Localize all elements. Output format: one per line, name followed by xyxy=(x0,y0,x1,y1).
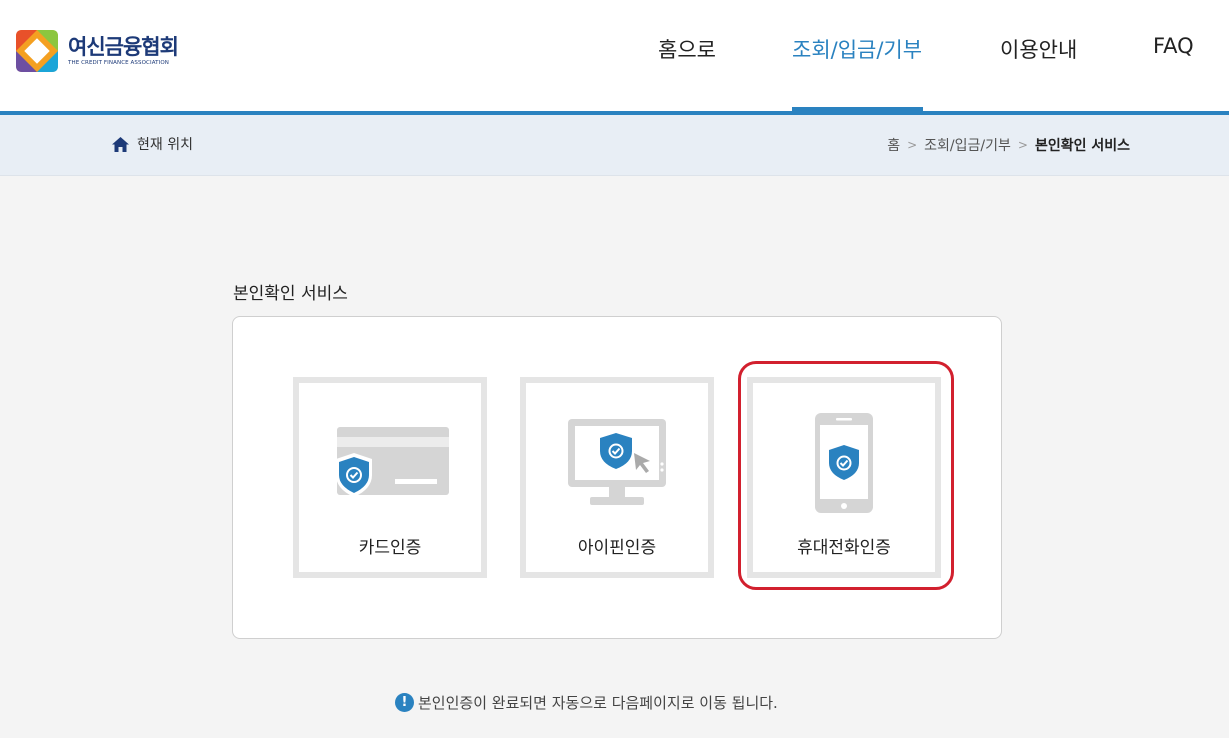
phone-auth-option[interactable]: 휴대전화인증 xyxy=(747,377,941,578)
section-title: 본인확인 서비스 xyxy=(233,284,348,304)
breadcrumb-bar: 현재 위치 홈 > 조회/입금/기부 > 본인확인 서비스 xyxy=(0,115,1229,176)
ipin-auth-label: 아이핀인증 xyxy=(577,538,657,558)
logo-subtitle: THE CREDIT FINANCE ASSOCIATION xyxy=(68,60,169,66)
nav-usage-guide[interactable]: 이용안내 xyxy=(1000,34,1077,64)
home-icon xyxy=(112,136,129,152)
site-header: 여신금융협회 THE CREDIT FINANCE ASSOCIATION 홈으… xyxy=(0,0,1229,111)
phone-auth-label: 휴대전화인증 xyxy=(797,538,891,558)
nav-faq[interactable]: FAQ xyxy=(1153,34,1194,58)
nav-home[interactable]: 홈으로 xyxy=(658,34,716,64)
auto-redirect-notice: ! 본인인증이 완료되면 자동으로 다음페이지로 이동 됩니다. xyxy=(395,692,778,713)
logo-mark-icon xyxy=(16,30,58,72)
current-location: 현재 위치 xyxy=(112,134,193,154)
breadcrumb-current: 본인확인 서비스 xyxy=(1034,138,1130,154)
breadcrumb: 홈 > 조회/입금/기부 > 본인확인 서비스 xyxy=(887,135,1130,155)
breadcrumb-separator-icon: > xyxy=(1017,138,1028,152)
phone-shield-icon xyxy=(753,383,935,523)
breadcrumb-inquiry[interactable]: 조회/입금/기부 xyxy=(924,135,1011,155)
card-auth-label: 카드인증 xyxy=(358,538,422,558)
breadcrumb-home[interactable]: 홈 xyxy=(887,135,900,155)
monitor-shield-icon xyxy=(526,383,708,523)
info-icon: ! xyxy=(395,693,414,712)
card-auth-option[interactable]: 카드인증 xyxy=(293,377,487,578)
logo-name: 여신금융협회 xyxy=(68,35,179,59)
nav-inquiry-deposit-donation[interactable]: 조회/입금/기부 xyxy=(792,34,922,64)
site-logo[interactable]: 여신금융협회 THE CREDIT FINANCE ASSOCIATION xyxy=(16,30,179,72)
breadcrumb-separator-icon: > xyxy=(907,138,918,152)
ipin-auth-option[interactable]: 아이핀인증 xyxy=(520,377,714,578)
notice-text: 본인인증이 완료되면 자동으로 다음페이지로 이동 됩니다. xyxy=(418,694,778,712)
card-shield-icon xyxy=(299,383,481,523)
current-location-label: 현재 위치 xyxy=(137,137,193,153)
